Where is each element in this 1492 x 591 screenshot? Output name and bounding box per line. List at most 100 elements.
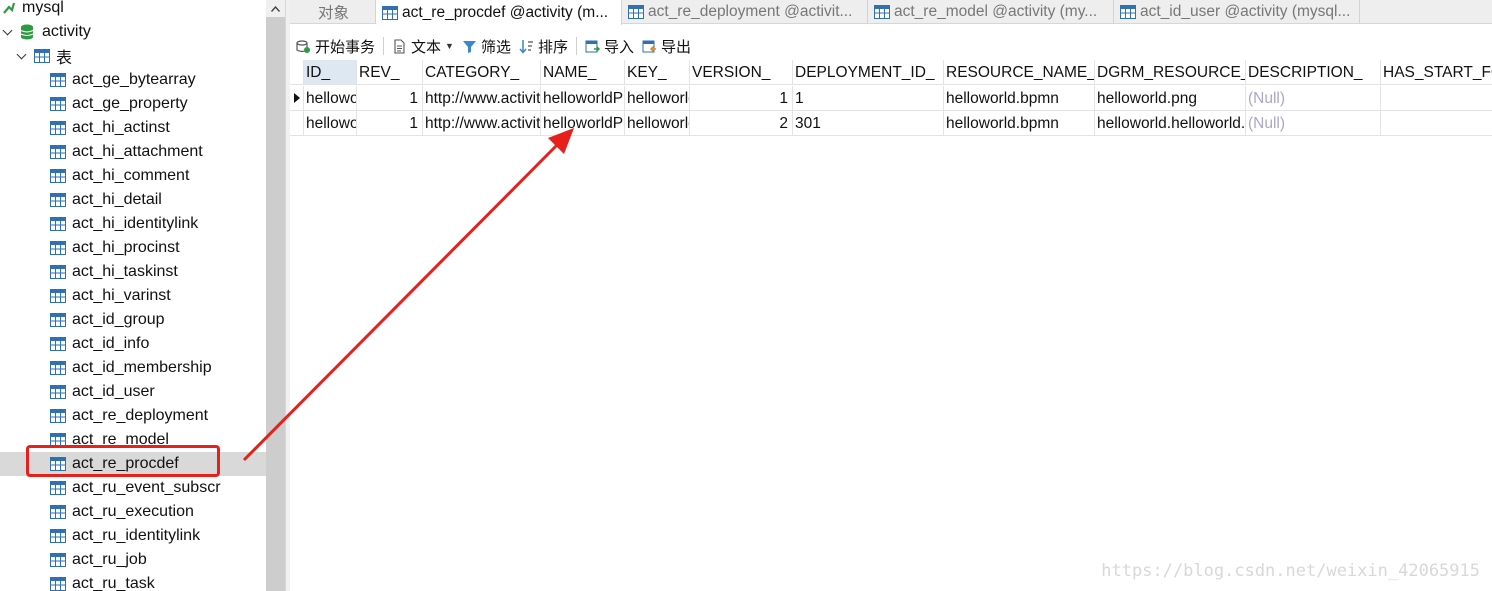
tree-table-item[interactable]: act_hi_actinst [0,116,266,140]
tree-table-item[interactable]: act_ru_execution [0,500,266,524]
column-header-deployment-id[interactable]: DEPLOYMENT_ID_ [793,60,944,85]
tab-act-re-procdef[interactable]: act_re_procdef @activity (m... [376,0,622,25]
tab-act-re-model[interactable]: act_re_model @activity (my... [868,0,1114,24]
tree-table-label: act_hi_identitylink [72,215,199,232]
text-view-label: 文本 [411,38,442,56]
cell-has-start-form-key[interactable] [1381,111,1492,136]
table-icon [50,409,66,423]
document-icon [394,38,405,54]
tree-table-item[interactable]: act_ge_property [0,92,266,116]
begin-transaction-button[interactable]: 开始事务 [296,36,375,57]
tree-table-item[interactable]: act_hi_taskinst [0,260,266,284]
cell-key[interactable]: helloworld [625,86,690,111]
cell-rev[interactable]: 1 [357,86,423,111]
tree-table-item[interactable]: act_ru_identitylink [0,524,266,548]
row-gutter[interactable] [290,86,304,111]
tree-table-item[interactable]: act_re_deployment [0,404,266,428]
table-icon [50,193,66,207]
tree-table-item[interactable]: act_hi_identitylink [0,212,266,236]
cell-category[interactable]: http://www.activiti.org/test [423,111,541,136]
sort-label: 排序 [537,38,568,56]
cell-name[interactable]: helloworldProcess [541,111,625,136]
dropdown-caret-icon[interactable]: ▼ [445,41,454,51]
cell-description[interactable]: (Null) [1246,111,1381,136]
table-icon [50,289,66,303]
cell-key[interactable]: helloworld [625,111,690,136]
cell-version[interactable]: 2 [690,111,793,136]
cell-deployment-id[interactable]: 1 [793,86,944,111]
column-header-rev[interactable]: REV_ [357,60,423,85]
cell-category[interactable]: http://www.activiti.org/test [423,86,541,111]
cell-rev[interactable]: 1 [357,111,423,136]
tree-table-label: act_ru_task [72,575,155,591]
tree-table-item[interactable]: act_ru_event_subscr [0,476,266,500]
column-header-description[interactable]: DESCRIPTION_ [1246,60,1381,85]
tree-table-item[interactable]: act_hi_detail [0,188,266,212]
row-gutter[interactable] [290,111,304,136]
tree-table-label: act_hi_detail [72,191,162,208]
column-header-key[interactable]: KEY_ [625,60,690,85]
tree-table-item[interactable]: act_hi_varinst [0,284,266,308]
tree-database-activity[interactable]: activity [0,20,266,44]
tree-connection-mysql[interactable]: mysql [0,0,266,20]
column-header-dgrm-resource-name[interactable]: DGRM_RESOURCE_NAME_ [1095,60,1246,85]
chevron-down-icon[interactable] [16,50,28,62]
table-row[interactable]: helloworld:2:304 1 http://www.activiti.o… [290,111,1492,136]
column-header-version[interactable]: VERSION_ [690,60,793,85]
tab-act-id-user[interactable]: act_id_user @activity (mysql... [1114,0,1360,24]
text-view-button[interactable]: 文本 ▼ [392,36,454,57]
tree-table-item[interactable]: act_id_membership [0,356,266,380]
tab-act-re-deployment[interactable]: act_re_deployment @activit... [622,0,868,24]
cell-dgrm-resource-name[interactable]: helloworld.helloworld.png [1095,111,1246,136]
export-button[interactable]: 导出 [642,36,691,57]
cell-version[interactable]: 1 [690,86,793,111]
table-icon [50,577,66,591]
tree-table-item[interactable]: act_hi_attachment [0,140,266,164]
cell-dgrm-resource-name[interactable]: helloworld.png [1095,86,1246,111]
tree-table-label: act_hi_actinst [72,119,170,136]
object-tree[interactable]: mysql activity 表 act_ge_bytearray act_ge_… [0,0,266,591]
tree-table-item[interactable]: act_id_info [0,332,266,356]
import-button[interactable]: 导入 [585,36,634,57]
header-gutter [290,60,304,85]
table-icon [50,217,66,231]
table-icon [34,49,50,63]
tree-table-item[interactable]: act_hi_comment [0,164,266,188]
column-header-category[interactable]: CATEGORY_ [423,60,541,85]
tree-table-label: act_hi_procinst [72,239,180,256]
data-grid[interactable]: ID_ REV_ CATEGORY_ NAME_ KEY_ VERSION_ D… [290,60,1492,591]
tree-table-item[interactable]: act_ge_bytearray [0,68,266,92]
tree-table-label: act_re_deployment [72,407,209,424]
tree-table-item[interactable]: act_id_group [0,308,266,332]
cell-description[interactable]: (Null) [1246,86,1381,111]
tree-table-item[interactable]: act_id_user [0,380,266,404]
toolbar-divider [575,37,577,55]
column-header-has-start-form-key[interactable]: HAS_START_FORM_KEY_ [1381,60,1492,85]
sort-button[interactable]: 排序 [519,36,568,57]
cell-has-start-form-key[interactable] [1381,86,1492,111]
column-header-name[interactable]: NAME_ [541,60,625,85]
chevron-down-icon[interactable] [2,26,14,38]
cell-id[interactable]: helloworld:2:304 [304,111,357,136]
table-row[interactable]: helloworld:1:4 1 http://www.activiti.org… [290,86,1492,111]
cell-id[interactable]: helloworld:1:4 [304,86,357,111]
tab-label: act_re_procdef @activity (m... [402,3,609,21]
tree-table-item[interactable]: act_ru_job [0,548,266,572]
column-header-id[interactable]: ID_ [304,60,357,85]
table-icon [50,169,66,183]
table-icon [50,313,66,327]
cell-resource-name[interactable]: helloworld.bpmn [944,86,1095,111]
scroll-up-button[interactable] [266,0,285,17]
filter-button[interactable]: 筛选 [462,36,511,57]
cell-resource-name[interactable]: helloworld.bpmn [944,111,1095,136]
cell-deployment-id[interactable]: 301 [793,111,944,136]
tree-tables-folder[interactable]: 表 [0,44,266,68]
tree-scrollbar[interactable] [266,0,285,591]
tab-objects[interactable]: 对象 [290,0,376,24]
cell-name[interactable]: helloworldProcess [541,86,625,111]
tree-table-item[interactable]: act_hi_procinst [0,236,266,260]
tree-table-item[interactable]: act_ru_task [0,572,266,591]
toolbar-divider [383,37,385,55]
table-icon [50,481,66,495]
column-header-resource-name[interactable]: RESOURCE_NAME_ [944,60,1095,85]
